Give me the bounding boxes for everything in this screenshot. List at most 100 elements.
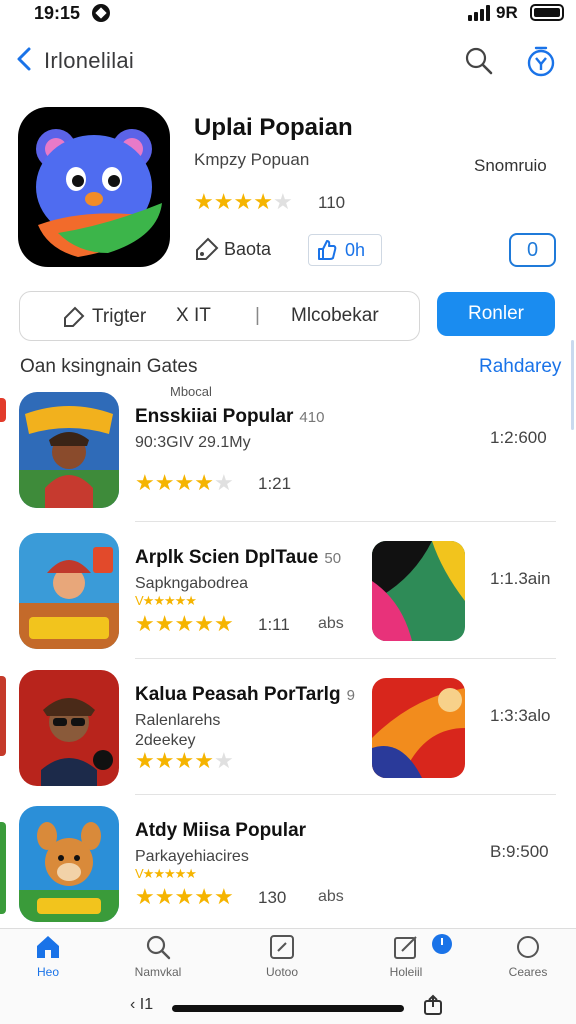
timer-icon[interactable] — [526, 45, 556, 77]
star-icon: ★ — [154, 470, 175, 495]
status-time: 19:15 — [34, 3, 81, 23]
app-rating-count: 1:21 — [258, 474, 292, 493]
star-icon: ★ — [213, 884, 234, 909]
star-icon: ★ — [194, 748, 214, 773]
app-name: Atdy Miisa Popular — [135, 820, 307, 841]
share-icon[interactable] — [422, 994, 444, 1016]
notification-badge — [432, 934, 452, 954]
list-edge-accent — [0, 822, 6, 914]
browser-bottom-bar: ‹ I1 — [0, 988, 576, 1024]
battery-icon — [530, 4, 564, 21]
primary-cta-button[interactable]: Ronler — [437, 292, 555, 336]
search-icon[interactable] — [464, 46, 494, 76]
star-icon: ★ — [174, 748, 195, 773]
star-icon: ★ — [233, 189, 254, 214]
filter-clear[interactable]: X IT — [176, 305, 211, 327]
hero-action-secondary[interactable]: 0h — [308, 234, 382, 266]
bear-mascot-icon — [36, 129, 162, 257]
app-time: 1:1.3ain — [490, 569, 551, 588]
app-subtitle: Ralenlarehs — [135, 712, 221, 729]
edit-box-icon — [270, 935, 294, 959]
section-title: Oan ksingnain Gates — [20, 356, 198, 377]
filter-trigger[interactable]: Trigter — [62, 305, 146, 329]
list-divider — [135, 658, 556, 659]
star-icon: ★ — [174, 470, 195, 495]
app-name: Arplk Scien DplTaue 50 — [135, 547, 342, 568]
list-divider — [135, 521, 556, 522]
hero-rating-stars: ★ ★ ★ ★ ★ — [194, 190, 293, 214]
app-mini-rating: V★★★★★ — [135, 593, 197, 608]
list-item[interactable]: Arplk Scien DplTaue 50 Sapkngabodrea V★★★… — [0, 533, 576, 663]
star-icon: ★ — [135, 748, 155, 773]
signal-icon — [468, 5, 490, 21]
hero-app-name: Uplai Popaian — [194, 114, 353, 141]
app-thumbnail — [19, 533, 119, 649]
back-chevron-icon[interactable] — [12, 46, 38, 72]
app-subtitle: Parkayehiacires — [135, 848, 249, 865]
app-extra-label: abs — [318, 888, 344, 905]
tab-ceares[interactable]: Ceares — [488, 933, 568, 979]
app-subtitle: Sapkngabodrea — [135, 575, 248, 592]
app-preview-image[interactable] — [372, 541, 465, 641]
hero-count-button[interactable]: 0 — [509, 233, 556, 267]
tab-ceares-label: Ceares — [508, 965, 548, 979]
app-rating-stars: ★ ★ ★ ★ ★ — [135, 613, 234, 635]
tab-home-label: Heo — [36, 965, 59, 979]
back-label[interactable]: ‹ I1 — [130, 996, 153, 1014]
star-icon: ★ — [154, 611, 175, 636]
hero-developer: Kmpzy Popuan — [194, 150, 310, 169]
filter-bar: Trigter X IT | Mlcobekar — [19, 291, 420, 341]
page-title: Irlonelilai — [44, 48, 135, 73]
star-icon: ★ — [272, 189, 293, 214]
star-icon: ★ — [154, 748, 175, 773]
list-item[interactable]: Kalua Peasah PorTarlg 9 Ralenlarehs 2deek… — [0, 670, 576, 800]
app-rating-stars: ★ ★ ★ ★ ★ — [135, 886, 234, 908]
list-item[interactable]: Atdy Miisa Popular Parkayehiacires V★★★★… — [0, 806, 576, 936]
home-indicator[interactable] — [172, 1005, 404, 1012]
home-icon — [37, 936, 59, 958]
star-icon: ★ — [194, 470, 214, 495]
hero-action-primary[interactable]: Baota — [194, 236, 271, 262]
list-edge-accent — [0, 398, 6, 422]
filter-mode[interactable]: Mlcobekar — [291, 305, 379, 327]
thumbs-up-icon — [318, 240, 337, 260]
list-item[interactable]: Mbocal Ensskiiai Popular 410 90:3GIV 29.1… — [0, 384, 576, 522]
section-link[interactable]: Rahdarey — [479, 356, 561, 378]
app-rating-stars: ★ ★ ★ ★ ★ — [135, 472, 234, 494]
app-preview-image[interactable] — [372, 678, 465, 778]
app-name: Ensskiiai Popular 410 — [135, 406, 325, 427]
app-thumbnail — [19, 670, 119, 786]
carrier-label: 9R — [496, 3, 518, 22]
star-icon: ★ — [253, 189, 273, 214]
hero-app-icon[interactable] — [18, 107, 170, 267]
app-tag: Mbocal — [170, 384, 212, 399]
tab-search[interactable]: Namvkal — [118, 933, 198, 979]
app-rating-count: 130 — [258, 888, 287, 907]
app-time: 1:3:3alo — [490, 706, 551, 725]
list-edge-accent — [0, 676, 6, 756]
star-icon: ★ — [174, 611, 195, 636]
circle-icon — [517, 936, 539, 958]
tag-icon — [64, 306, 85, 327]
tab-home[interactable]: Heo — [8, 933, 88, 979]
star-icon: ★ — [194, 884, 214, 909]
star-icon: ★ — [135, 470, 155, 495]
app-subtitle: 90:3GIV 29.1My — [135, 434, 251, 451]
app-name-number: 50 — [324, 550, 342, 567]
compose-icon — [394, 936, 417, 959]
app-extra-label: abs — [318, 615, 344, 632]
filter-separator: | — [255, 305, 260, 326]
star-icon: ★ — [213, 748, 234, 773]
star-icon: ★ — [135, 611, 155, 636]
tag-icon — [196, 237, 219, 260]
tab-updates[interactable]: Uotoo — [242, 933, 322, 979]
status-bar: 19:15 9R — [0, 0, 576, 28]
star-icon: ★ — [154, 884, 175, 909]
app-mini-rating: V★★★★★ — [135, 866, 197, 881]
hero-right-label: Snomruio — [474, 156, 547, 175]
hero-action-secondary-label: 0h — [345, 239, 366, 260]
star-icon: ★ — [194, 189, 214, 214]
star-icon: ★ — [174, 884, 195, 909]
app-rating-count: 1:11 — [258, 615, 290, 634]
app-name: Kalua Peasah PorTarlg 9 — [135, 684, 355, 705]
